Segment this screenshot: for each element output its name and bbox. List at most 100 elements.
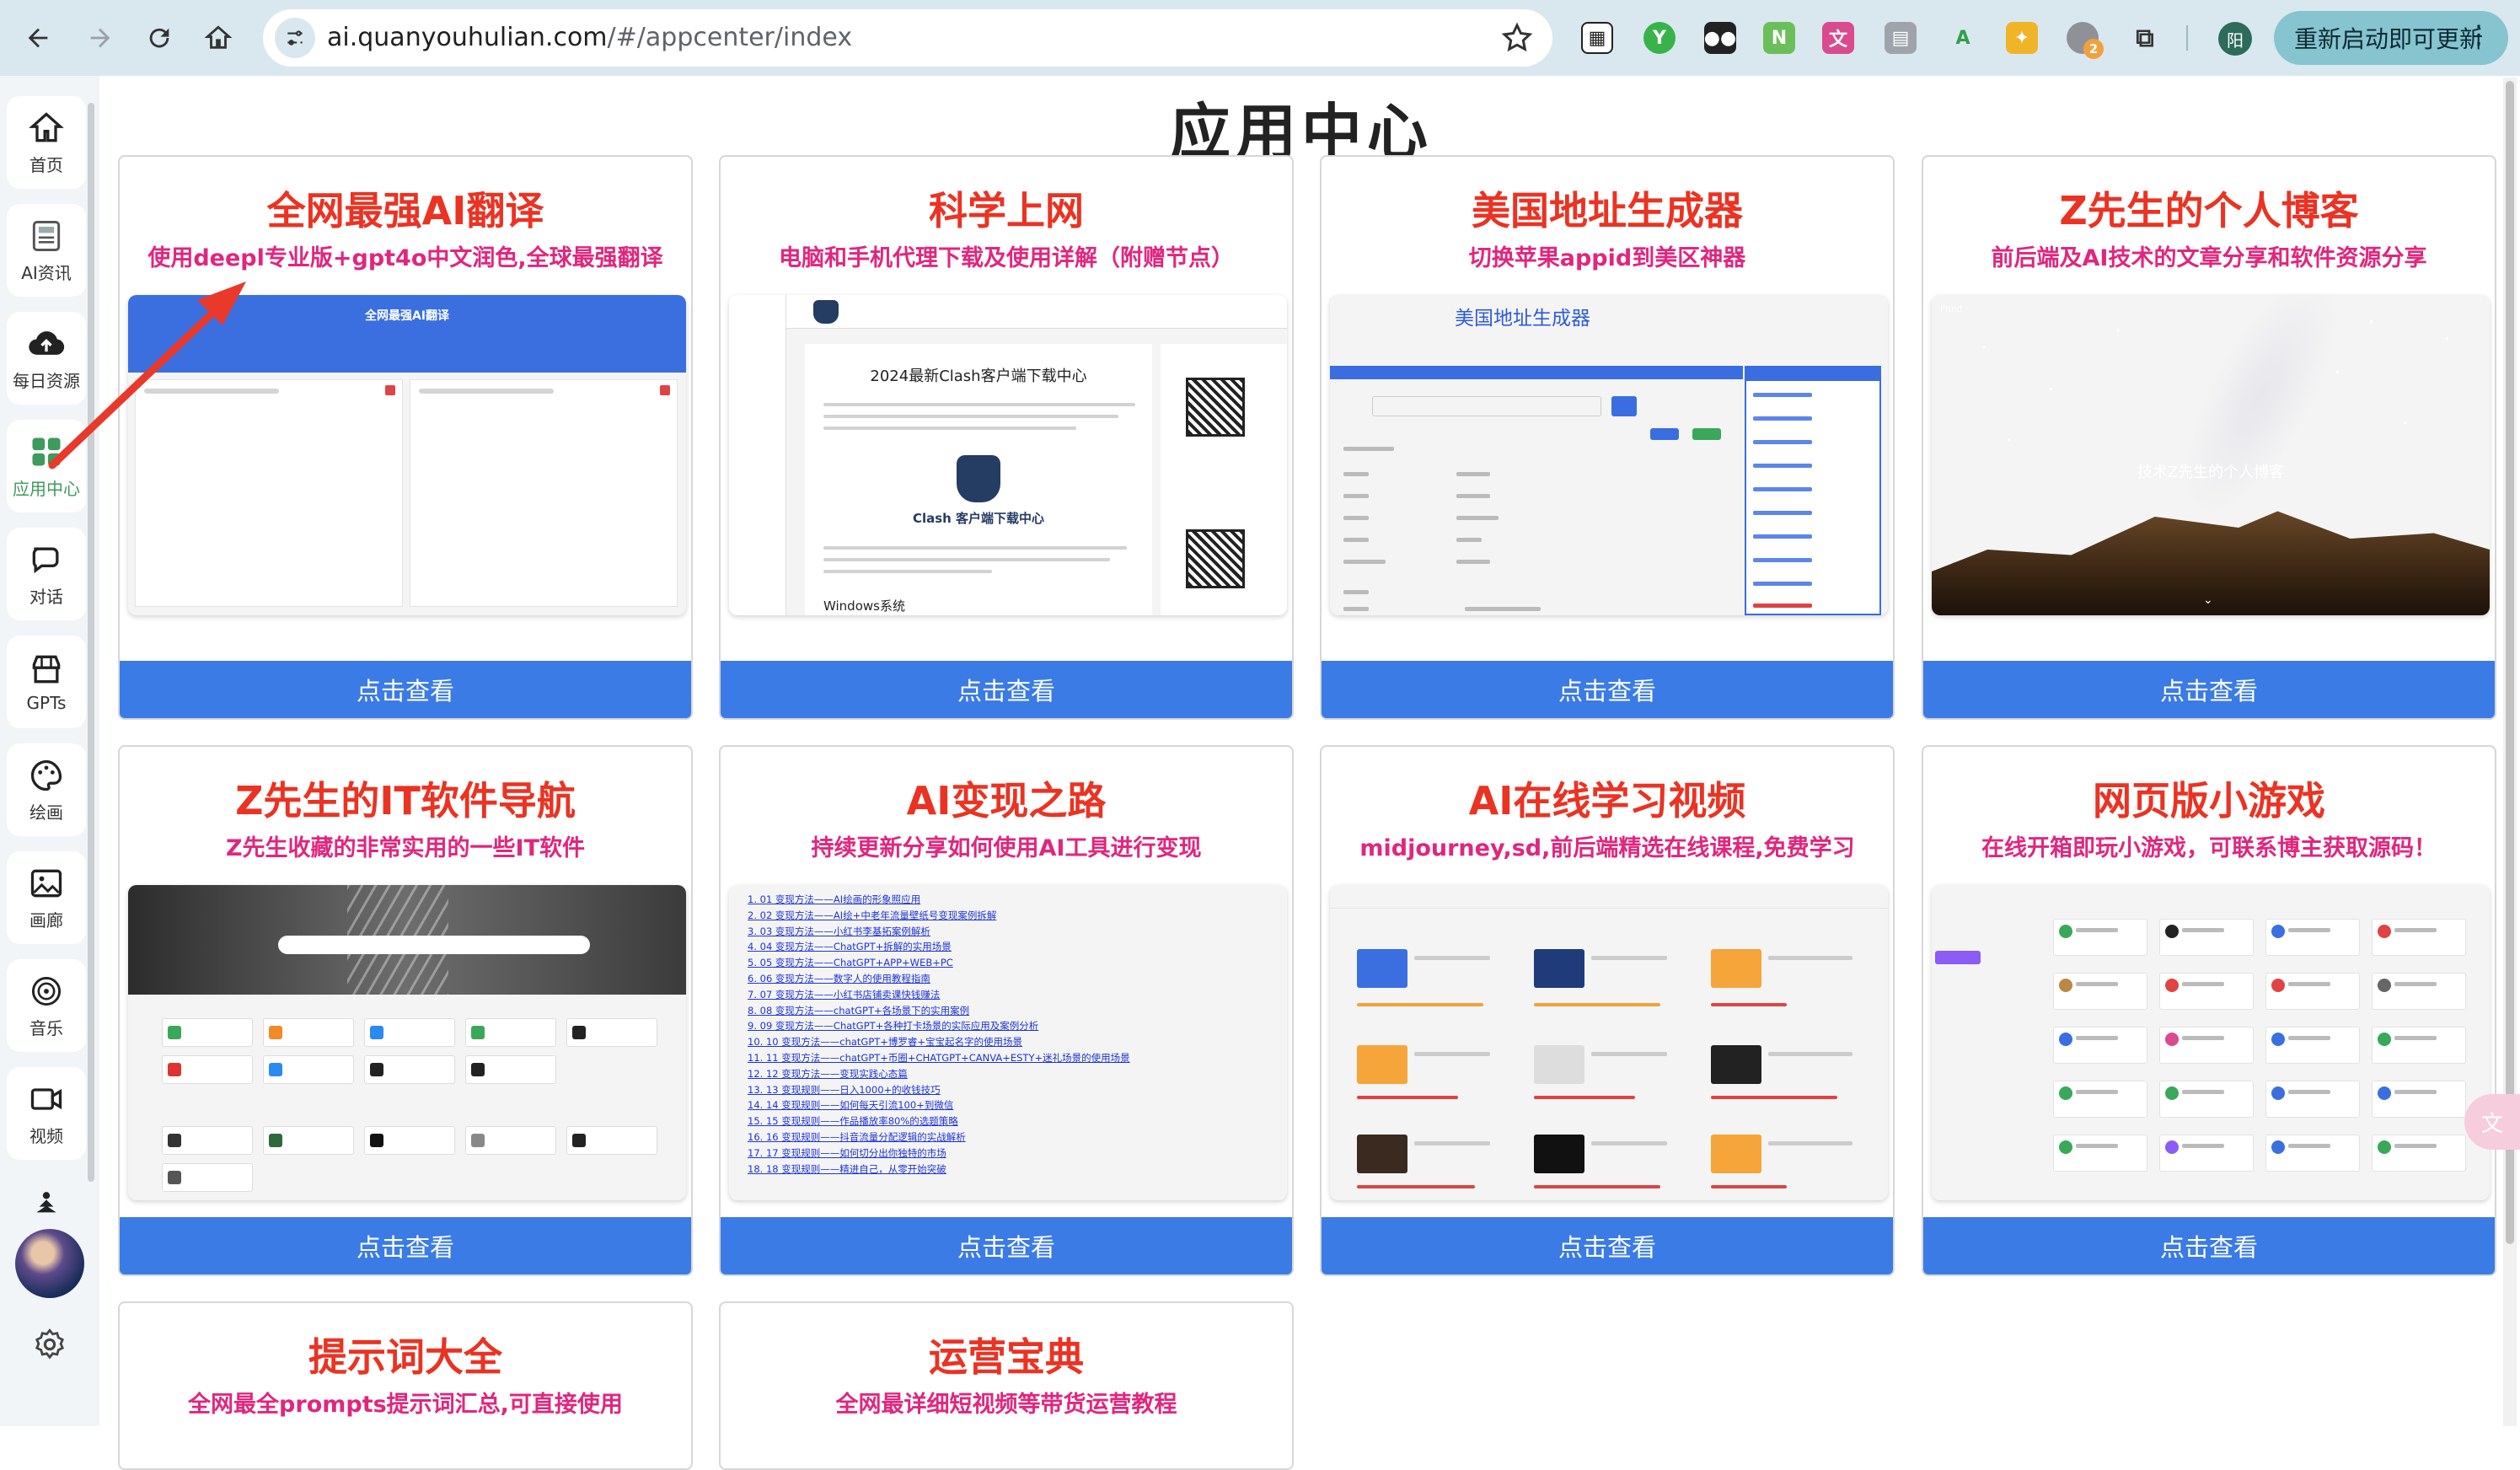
card-title: 全网最强AI翻译 bbox=[266, 188, 544, 233]
mask-extension-icon[interactable]: ●● bbox=[1704, 22, 1736, 54]
list-item[interactable]: 06 变现方法——数字人的使用教程指南 bbox=[748, 971, 1130, 987]
sidebar-item-app-center[interactable]: 应用中心 bbox=[7, 420, 86, 512]
preview-doc: 2024最新Clash客户端下载中心 Clash 客户端下载中心 Windows… bbox=[805, 344, 1152, 615]
view-button[interactable]: 点击查看 bbox=[1923, 661, 2495, 718]
back-button[interactable] bbox=[17, 17, 59, 59]
site-info-icon[interactable] bbox=[275, 18, 315, 58]
card-title: 提示词大全 bbox=[308, 1334, 502, 1380]
preview-toc bbox=[729, 295, 786, 615]
qr-code-icon bbox=[1186, 378, 1245, 437]
view-button[interactable]: 点击查看 bbox=[721, 1217, 1292, 1274]
translate-extension-icon[interactable]: 文 bbox=[1822, 22, 1854, 54]
document-extension-icon[interactable]: ▤ bbox=[1885, 22, 1917, 54]
clash-logo-icon bbox=[813, 300, 839, 324]
list-item[interactable]: 08 变现方法——chatGPT+各场景下的实用案例 bbox=[748, 1003, 1130, 1019]
clash-cat-icon bbox=[957, 455, 1000, 502]
puzzle-extensions-icon[interactable]: ⧉ bbox=[2129, 22, 2161, 54]
sidebar-item-news[interactable]: AI资讯 bbox=[7, 204, 86, 297]
list-item[interactable]: 03 变现方法——小红书李基拓案例解析 bbox=[748, 924, 1130, 940]
preview-search bbox=[278, 936, 590, 954]
list-item[interactable]: 02 变现方法——AI绘+中老年流量壁纸号变现案例拆解 bbox=[748, 908, 1130, 924]
n-extension-icon[interactable]: N bbox=[1763, 22, 1795, 54]
list-item[interactable]: 16 变现规则——抖音流量分配逻辑的实战解析 bbox=[748, 1129, 1130, 1145]
card-preview-address[interactable]: 美国地址生成器 bbox=[1330, 295, 1888, 615]
bookmark-star-icon[interactable] bbox=[1500, 21, 1534, 55]
reload-icon bbox=[149, 28, 169, 48]
qr-extension-icon[interactable]: ▦ bbox=[1581, 22, 1613, 54]
list-item[interactable]: 11 变现方法——chatGPT+币圈+CHATGPT+CANVA+ESTY+迷… bbox=[748, 1050, 1130, 1066]
update-label: 重新启动即可更新 bbox=[2294, 25, 2484, 53]
view-button[interactable]: 点击查看 bbox=[120, 661, 691, 718]
y-extension-icon[interactable]: Y bbox=[1643, 22, 1676, 54]
gear-icon[interactable] bbox=[32, 1327, 67, 1362]
sidebar-item-video[interactable]: 视频 bbox=[7, 1067, 86, 1160]
sidebar-item-label: AI资讯 bbox=[21, 262, 72, 283]
card-title: Z先生的个人博客 bbox=[2059, 188, 2359, 233]
view-button[interactable]: 点击查看 bbox=[1322, 661, 1893, 718]
preview-title: 全网最强AI翻译 bbox=[364, 309, 450, 323]
sidebar-item-paint[interactable]: 绘画 bbox=[7, 743, 86, 836]
sidebar-scrollbar[interactable] bbox=[88, 103, 94, 1182]
chevron-down-icon: ⌄ bbox=[2203, 593, 2213, 607]
card-preview-games[interactable] bbox=[1932, 885, 2490, 1200]
preview-pill bbox=[1692, 428, 1721, 440]
list-item[interactable]: 18 变现规则——精进自己，从零开始突破 bbox=[748, 1162, 1130, 1178]
list-item[interactable]: 07 变现方法——小红书店铺卖课快钱赚法 bbox=[748, 987, 1130, 1003]
list-item[interactable]: 09 变现方法——ChatGPT+各种打卡场景的实际应用及案例分析 bbox=[748, 1018, 1130, 1034]
app-card-blog: Z先生的个人博客 前后端及AI技术的文章分享和软件资源分享 Fluid 技术Z先… bbox=[1922, 155, 2496, 720]
list-item[interactable]: 15 变现规则——作品播放率80%的选题策略 bbox=[748, 1113, 1130, 1129]
card-preview-monetize-list[interactable]: 01 变现方法——AI绘画的形象照应用 02 变现方法——AI绘+中老年流量壁纸… bbox=[729, 885, 1287, 1200]
sidebar-item-chat[interactable]: 对话 bbox=[7, 528, 86, 620]
view-button[interactable]: 点击查看 bbox=[120, 1217, 691, 1274]
monetize-list: 01 变现方法——AI绘画的形象照应用 02 变现方法——AI绘+中老年流量壁纸… bbox=[748, 892, 1130, 1177]
list-item[interactable]: 12 变现方法——变现实践心态篇 bbox=[748, 1066, 1130, 1082]
app-card-mini-games: 网页版小游戏 在线开箱即玩小游戏，可联系博主获取源码！ 点击查看 bbox=[1922, 745, 2496, 1276]
sidebar-item-music[interactable]: 音乐 bbox=[7, 959, 86, 1052]
list-item[interactable]: 10 变现方法——chatGPT+博罗睿+宝宝起名字的使用场景 bbox=[748, 1034, 1130, 1050]
a-extension-icon[interactable]: A bbox=[1947, 22, 1979, 54]
address-bar[interactable]: ai.quanyouhulian.com/#/appcenter/index bbox=[263, 9, 1552, 67]
card-preview-blog[interactable]: Fluid 技术Z先生的个人博客 ⌄ bbox=[1932, 295, 2490, 615]
view-button[interactable]: 点击查看 bbox=[721, 661, 1292, 718]
card-preview-courses[interactable] bbox=[1330, 885, 1888, 1200]
view-button[interactable]: 点击查看 bbox=[1923, 1217, 2495, 1274]
meditation-icon[interactable] bbox=[25, 1188, 67, 1222]
card-subtitle: 持续更新分享如何使用AI工具进行变现 bbox=[811, 835, 1202, 861]
list-item[interactable]: 14 变现规则——如何每天引流100+到微信 bbox=[748, 1097, 1130, 1113]
card-title: 美国地址生成器 bbox=[1472, 188, 1743, 233]
reload-button[interactable] bbox=[138, 17, 180, 59]
badge-extension-icon[interactable]: 2 bbox=[2067, 22, 2104, 59]
user-avatar[interactable] bbox=[15, 1229, 84, 1298]
list-item[interactable]: 17 变现规则——如何切分出你独特的市场 bbox=[748, 1145, 1130, 1162]
preview-source-pane bbox=[135, 379, 403, 607]
honey-extension-icon[interactable]: ✦ bbox=[2006, 22, 2038, 54]
card-subtitle: 在线开箱即玩小游戏，可联系博主获取源码！ bbox=[1981, 835, 2437, 861]
app-card-it-nav: Z先生的IT软件导航 Z先生收藏的非常实用的一些IT软件 点击查看 bbox=[118, 745, 693, 1276]
view-button[interactable]: 点击查看 bbox=[1322, 1217, 1893, 1274]
card-preview-clash[interactable]: 2024最新Clash客户端下载中心 Clash 客户端下载中心 Windows… bbox=[729, 295, 1287, 615]
list-item[interactable]: 04 变现方法——ChatGPT+拆解的实用场景 bbox=[748, 939, 1130, 955]
sidebar-item-label: 每日资源 bbox=[13, 370, 80, 391]
page-scrollbar[interactable] bbox=[2503, 78, 2517, 1426]
preview-band bbox=[1330, 366, 1743, 379]
list-item[interactable]: 13 变现规则——日入1000+的收钱技巧 bbox=[748, 1082, 1130, 1098]
card-preview-translate[interactable]: 全网最强AI翻译 bbox=[128, 295, 686, 615]
home-button[interactable] bbox=[197, 17, 239, 59]
home-icon bbox=[204, 25, 233, 49]
sidebar-item-home[interactable]: 首页 bbox=[7, 96, 86, 189]
scrollbar-thumb[interactable] bbox=[2506, 81, 2514, 1244]
list-item[interactable]: 05 变现方法——ChatGPT+APP+WEB+PC bbox=[748, 955, 1130, 971]
relaunch-update-button[interactable]: 重新启动即可更新 ⋮ bbox=[2274, 11, 2508, 65]
apps-grid-icon bbox=[32, 437, 61, 465]
sidebar-item-gpts[interactable]: GPTs bbox=[7, 636, 86, 728]
preview-doc-caption: Clash 客户端下载中心 bbox=[912, 511, 1045, 526]
profile-avatar[interactable]: 阳 bbox=[2218, 22, 2252, 56]
forward-button[interactable] bbox=[79, 17, 121, 59]
translate-float-icon[interactable]: 文 bbox=[2464, 1094, 2520, 1150]
card-preview-it-nav[interactable] bbox=[128, 885, 686, 1200]
chat-icon bbox=[32, 547, 59, 573]
sidebar-item-daily-resources[interactable]: 每日资源 bbox=[7, 312, 86, 405]
sidebar-item-gallery[interactable]: 画廊 bbox=[7, 851, 86, 944]
list-item[interactable]: 01 变现方法——AI绘画的形象照应用 bbox=[748, 892, 1130, 908]
sidebar-item-label: 音乐 bbox=[29, 1017, 63, 1038]
